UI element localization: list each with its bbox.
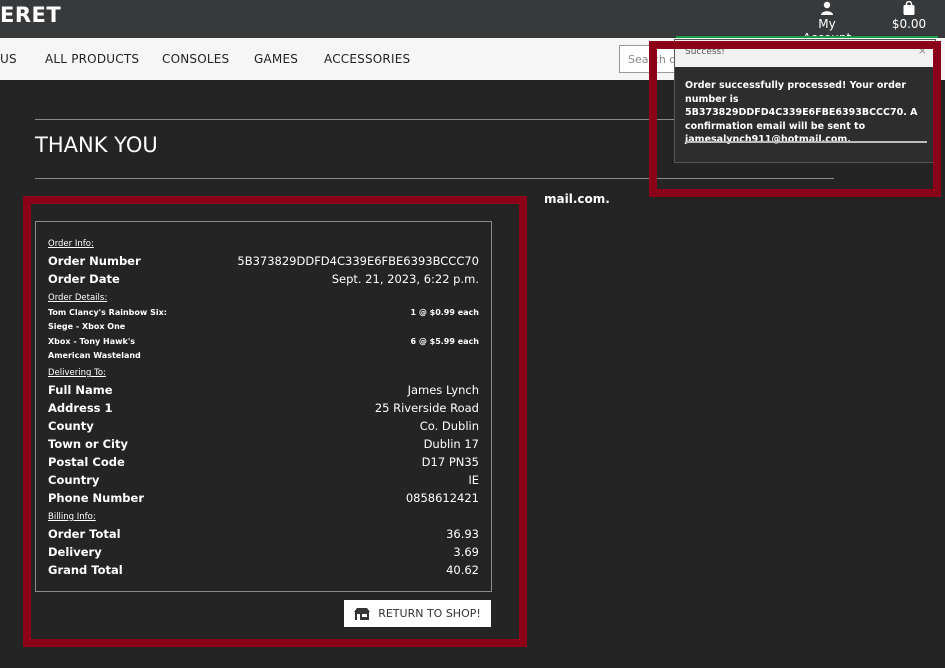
order-number-label: Order Number xyxy=(48,254,141,268)
delivery-value: 0858612421 xyxy=(405,491,479,505)
delivery-value: IE xyxy=(468,473,479,487)
section-order-info: Order Info: xyxy=(48,239,94,249)
cart-total: $0.00 xyxy=(891,17,927,31)
order-number-value: 5B373829DDFD4C339E6FBE6393BCCC70 xyxy=(237,254,479,268)
billing-row: Grand Total 40.62 xyxy=(48,563,479,577)
order-item-name: Xbox - Tony Hawk's American Wasteland xyxy=(48,337,141,360)
billing-value: 40.62 xyxy=(446,563,479,577)
shopping-bag-icon xyxy=(903,1,915,15)
delivery-value: James Lynch xyxy=(407,383,479,397)
billing-value: 36.93 xyxy=(446,527,479,541)
order-summary-card: Order Info: Order Number 5B373829DDFD4C3… xyxy=(35,221,492,592)
section-delivering-to: Delivering To: xyxy=(48,368,106,378)
site-logo[interactable]: ERET xyxy=(0,3,61,27)
page-title: THANK YOU xyxy=(35,133,158,157)
section-billing-info: Billing Info: xyxy=(48,512,96,522)
nav-item-games[interactable]: GAMES xyxy=(254,52,298,66)
order-item-name: Tom Clancy's Rainbow Six: Siege - Xbox O… xyxy=(48,308,167,331)
close-icon[interactable]: × xyxy=(918,44,927,57)
toast-title: Success! xyxy=(685,47,725,57)
delivery-value: Dublin 17 xyxy=(423,437,479,451)
billing-row: Delivery 3.69 xyxy=(48,545,479,559)
order-date-label: Order Date xyxy=(48,272,120,286)
order-number-row: Order Number 5B373829DDFD4C339E6FBE6393B… xyxy=(48,254,479,268)
cart-link[interactable]: $0.00 xyxy=(888,0,930,38)
delivery-label: Town or City xyxy=(48,437,128,451)
delivery-label: Postal Code xyxy=(48,455,125,469)
delivery-label: Full Name xyxy=(48,383,113,397)
delivery-value: Co. Dublin xyxy=(419,419,479,433)
delivery-row: Postal Code D17 PN35 xyxy=(48,455,479,469)
billing-label: Grand Total xyxy=(48,563,123,577)
delivery-value: D17 PN35 xyxy=(421,455,479,469)
my-account-link[interactable]: My Account xyxy=(793,0,861,45)
delivery-row: Address 1 25 Riverside Road xyxy=(48,401,479,415)
section-order-details: Order Details: xyxy=(48,293,108,303)
top-header: ERET My Account $0.00 xyxy=(0,0,945,45)
billing-row: Order Total 36.93 xyxy=(48,527,479,541)
delivery-label: County xyxy=(48,419,94,433)
delivery-row: Phone Number 0858612421 xyxy=(48,491,479,505)
toast-divider xyxy=(685,141,927,143)
nav-item-us[interactable]: US xyxy=(0,52,17,66)
order-item-qty-price: 6 @ $5.99 each xyxy=(410,337,480,346)
return-to-shop-label: RETURN TO SHOP! xyxy=(378,607,481,620)
nav-item-all-products[interactable]: ALL PRODUCTS xyxy=(45,52,139,66)
order-item-row: Tom Clancy's Rainbow Six: Siege - Xbox O… xyxy=(48,306,479,334)
delivery-label: Phone Number xyxy=(48,491,145,505)
delivery-row: Country IE xyxy=(48,473,479,487)
toast-message: Order successfully processed! Your order… xyxy=(685,80,918,145)
order-date-value: Sept. 21, 2023, 6:22 p.m. xyxy=(331,272,479,286)
billing-value: 3.69 xyxy=(453,545,479,559)
nav-item-consoles[interactable]: CONSOLES xyxy=(162,52,229,66)
user-icon xyxy=(821,1,833,15)
order-item-qty-price: 1 @ $0.99 each xyxy=(410,308,480,317)
billing-label: Order Total xyxy=(48,527,121,541)
shop-icon xyxy=(354,607,371,620)
delivery-value: 25 Riverside Road xyxy=(374,401,479,415)
search-input[interactable]: Search our site xyxy=(619,45,679,73)
order-item-row: Xbox - Tony Hawk's American Wasteland 6 … xyxy=(48,335,479,363)
delivery-row: Town or City Dublin 17 xyxy=(48,437,479,451)
success-toast: Success! × Order successfully processed!… xyxy=(674,39,936,163)
order-date-row: Order Date Sept. 21, 2023, 6:22 p.m. xyxy=(48,272,479,286)
email-note-tail: mail.com. xyxy=(544,192,610,206)
return-to-shop-button[interactable]: RETURN TO SHOP! xyxy=(344,600,491,627)
delivery-row: Full Name James Lynch xyxy=(48,383,479,397)
delivery-label: Address 1 xyxy=(48,401,113,415)
toast-header: Success! × xyxy=(675,40,935,67)
billing-label: Delivery xyxy=(48,545,102,559)
delivery-row: County Co. Dublin xyxy=(48,419,479,433)
nav-item-accessories[interactable]: ACCESSORIES xyxy=(324,52,410,66)
divider-bottom xyxy=(35,178,834,179)
delivery-label: Country xyxy=(48,473,100,487)
